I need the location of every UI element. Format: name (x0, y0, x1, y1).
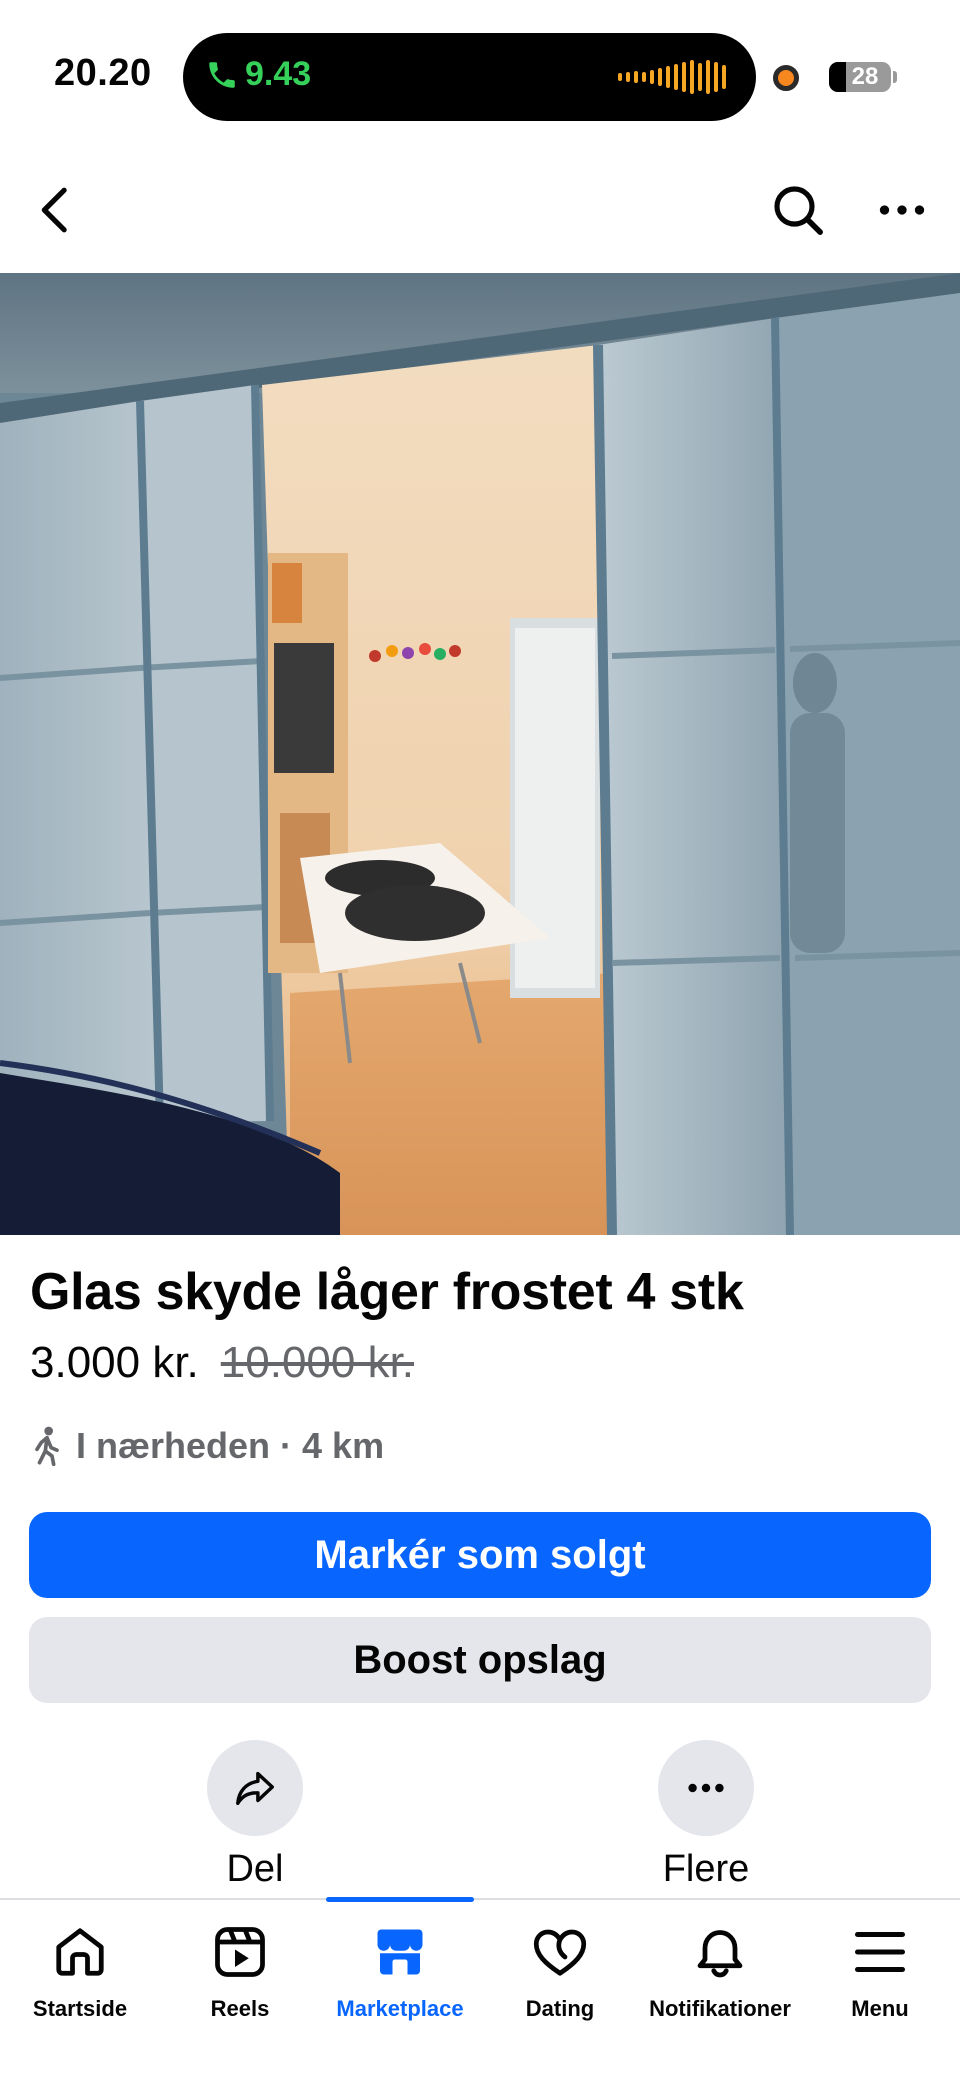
share-button[interactable] (207, 1740, 303, 1836)
call-duration: 9.43 (245, 55, 312, 93)
glass-sliding-doors-photo (0, 273, 960, 1235)
boost-listing-button[interactable]: Boost opslag (29, 1617, 931, 1703)
tab-notifikationer[interactable]: Notifikationer (640, 1922, 800, 2022)
home-icon (56, 1928, 104, 1976)
more-horizontal-icon (688, 1783, 724, 1793)
listing-original-price: 10.000 kr. (220, 1338, 415, 1387)
back-button[interactable] (16, 170, 96, 250)
tab-label: Notifikationer (649, 1996, 791, 2021)
share-icon (236, 1771, 274, 1806)
tab-marketplace[interactable]: Marketplace (320, 1922, 480, 2022)
tab-startside[interactable]: Startside (0, 1922, 160, 2022)
tab-dating[interactable]: Dating (480, 1922, 640, 2022)
location-text: I nærheden · 4 km (76, 1425, 385, 1466)
top-navigation (0, 150, 960, 270)
reels-icon (215, 1927, 265, 1977)
walking-person-icon (35, 1426, 59, 1466)
share-action[interactable]: Del (175, 1740, 335, 1891)
bottom-tab-bar: Startside Reels Marketplace Dating Notif… (0, 1897, 960, 2087)
search-icon (774, 186, 823, 235)
search-button[interactable] (758, 170, 838, 250)
chevron-left-icon (41, 187, 67, 233)
dating-heart-icon (533, 1929, 587, 1976)
listing-title: Glas skyde låger frostet 4 stk (30, 1263, 744, 1321)
menu-icon (855, 1932, 905, 1972)
listing-location[interactable]: I nærheden · 4 km (30, 1425, 384, 1467)
battery-icon: 28 (829, 62, 891, 92)
marketplace-icon (377, 1929, 423, 1975)
more-label: Flere (662, 1848, 750, 1890)
tab-label: Startside (32, 1996, 128, 2021)
call-indicator[interactable]: 9.43 (205, 55, 311, 94)
share-label: Del (226, 1848, 284, 1890)
tab-label: Dating (525, 1996, 595, 2021)
tab-label: Menu (851, 1996, 909, 2021)
phone-icon (209, 61, 235, 88)
tab-label: Marketplace (336, 1996, 464, 2021)
more-options-button[interactable] (862, 170, 942, 250)
battery-tip (893, 71, 897, 83)
battery-percent: 28 (851, 63, 879, 90)
bell-icon (697, 1930, 743, 1978)
recording-indicator (773, 65, 799, 91)
tab-label: Reels (210, 1996, 270, 2021)
tab-menu[interactable]: Menu (800, 1922, 960, 2022)
status-bar: 20.20 9.43 28 (0, 0, 960, 140)
listing-price: 3.000 kr. (30, 1338, 199, 1387)
listing-photo[interactable] (0, 273, 960, 1235)
audio-waveform-icon (618, 59, 726, 95)
tab-reels[interactable]: Reels (160, 1922, 320, 2022)
more-action[interactable]: Flere (626, 1740, 786, 1891)
dynamic-island[interactable]: 9.43 (183, 33, 756, 121)
mark-sold-button[interactable]: Markér som solgt (29, 1512, 931, 1598)
status-time: 20.20 (54, 52, 152, 94)
active-tab-indicator (326, 1897, 474, 1902)
more-button[interactable] (658, 1740, 754, 1836)
more-horizontal-icon (879, 205, 925, 215)
price-row: 3.000 kr. 10.000 kr. (30, 1338, 414, 1388)
